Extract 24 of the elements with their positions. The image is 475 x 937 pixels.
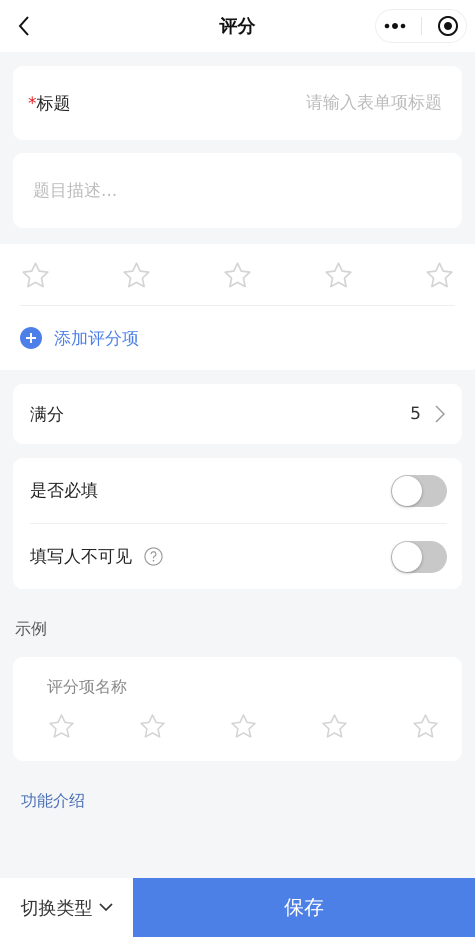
title-input[interactable]: 请输入表单项标题 — [242, 93, 442, 113]
plus-icon — [20, 327, 42, 349]
switch-type-button[interactable]: 切换类型 — [0, 878, 133, 937]
full-score-row[interactable]: 满分 5 — [13, 384, 462, 444]
setting-label: 填写人不可见 — [30, 546, 132, 568]
toggle-switch[interactable] — [391, 540, 447, 572]
back-icon[interactable] — [18, 16, 30, 36]
title-label: *标题 — [28, 92, 70, 114]
intro-link[interactable]: 功能介绍 — [21, 791, 85, 812]
full-score-value: 5 — [410, 404, 421, 424]
full-score-label: 满分 — [30, 404, 64, 426]
chevron-right-icon — [435, 405, 445, 423]
more-icon[interactable] — [384, 22, 406, 30]
setting-label: 是否必填 — [30, 480, 98, 502]
chevron-down-icon — [98, 903, 112, 912]
page-title: 评分 — [218, 15, 256, 38]
save-button[interactable]: 保存 — [133, 878, 475, 937]
rating-item-name: 评分项名称 — [47, 677, 128, 698]
example-heading: 示例 — [15, 619, 48, 640]
toggle-switch[interactable] — [391, 474, 447, 506]
record-icon[interactable] — [436, 15, 458, 37]
help-icon[interactable] — [144, 547, 163, 566]
add-item-button[interactable]: 添加评分项 — [20, 306, 139, 370]
description-field[interactable]: 题目描述... — [13, 153, 462, 228]
